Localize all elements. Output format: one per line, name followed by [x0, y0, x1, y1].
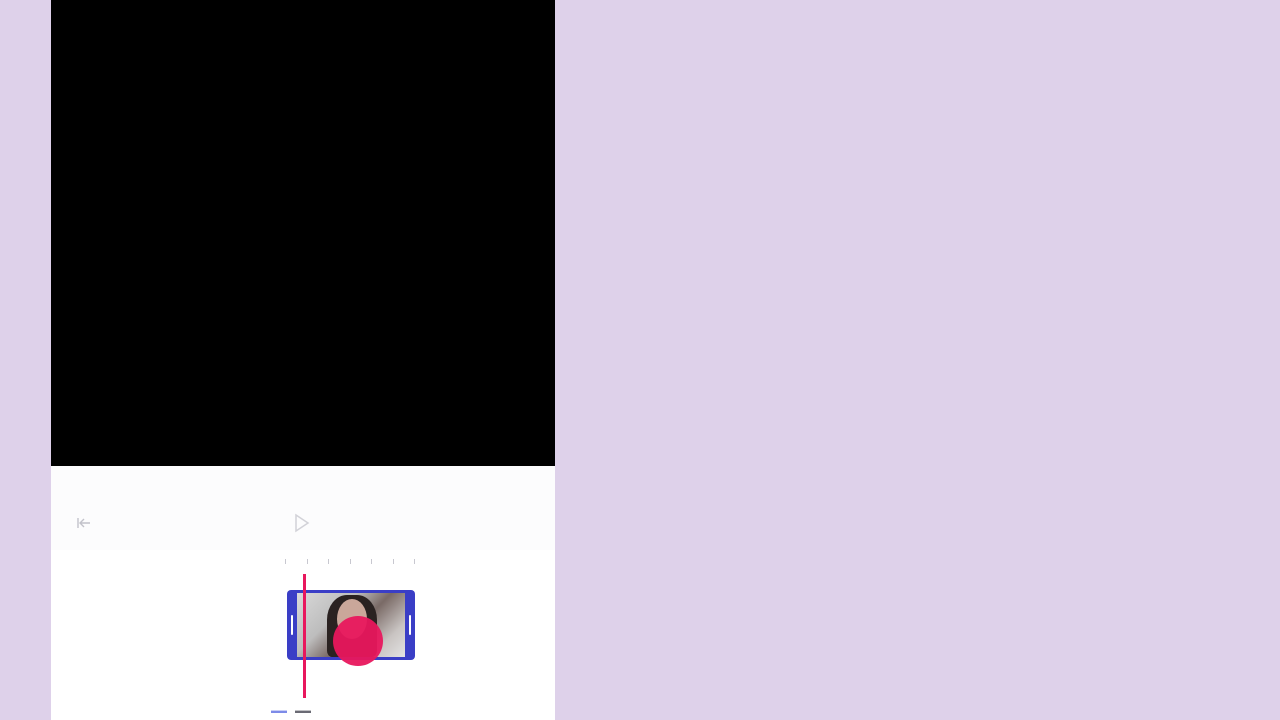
play-button[interactable]	[289, 510, 315, 536]
video-preview[interactable]	[51, 0, 555, 466]
timeline-ruler	[285, 555, 415, 567]
play-icon	[295, 513, 310, 533]
time-readout: ▬▬ ▬▬	[271, 706, 351, 718]
clip-trim-handle-left[interactable]	[291, 615, 293, 635]
ruler-tick	[285, 558, 286, 564]
ruler-tick	[328, 558, 329, 564]
ruler-tick	[349, 558, 351, 564]
ruler-tick	[392, 558, 394, 564]
current-time: ▬▬	[271, 706, 287, 715]
editor-toolbar	[51, 466, 555, 551]
video-editor-app: ▬▬ ▬▬	[51, 0, 555, 720]
back-icon	[77, 518, 90, 528]
ruler-tick	[371, 558, 372, 564]
timeline-editor: ▬▬ ▬▬	[51, 550, 555, 720]
back-button[interactable]	[69, 510, 99, 536]
clip-trim-handle-right[interactable]	[409, 615, 411, 635]
playhead[interactable]	[303, 574, 306, 698]
ruler-tick	[414, 558, 415, 564]
ruler-tick	[306, 558, 308, 564]
total-duration: ▬▬	[295, 706, 311, 715]
touch-indicator	[333, 616, 383, 666]
